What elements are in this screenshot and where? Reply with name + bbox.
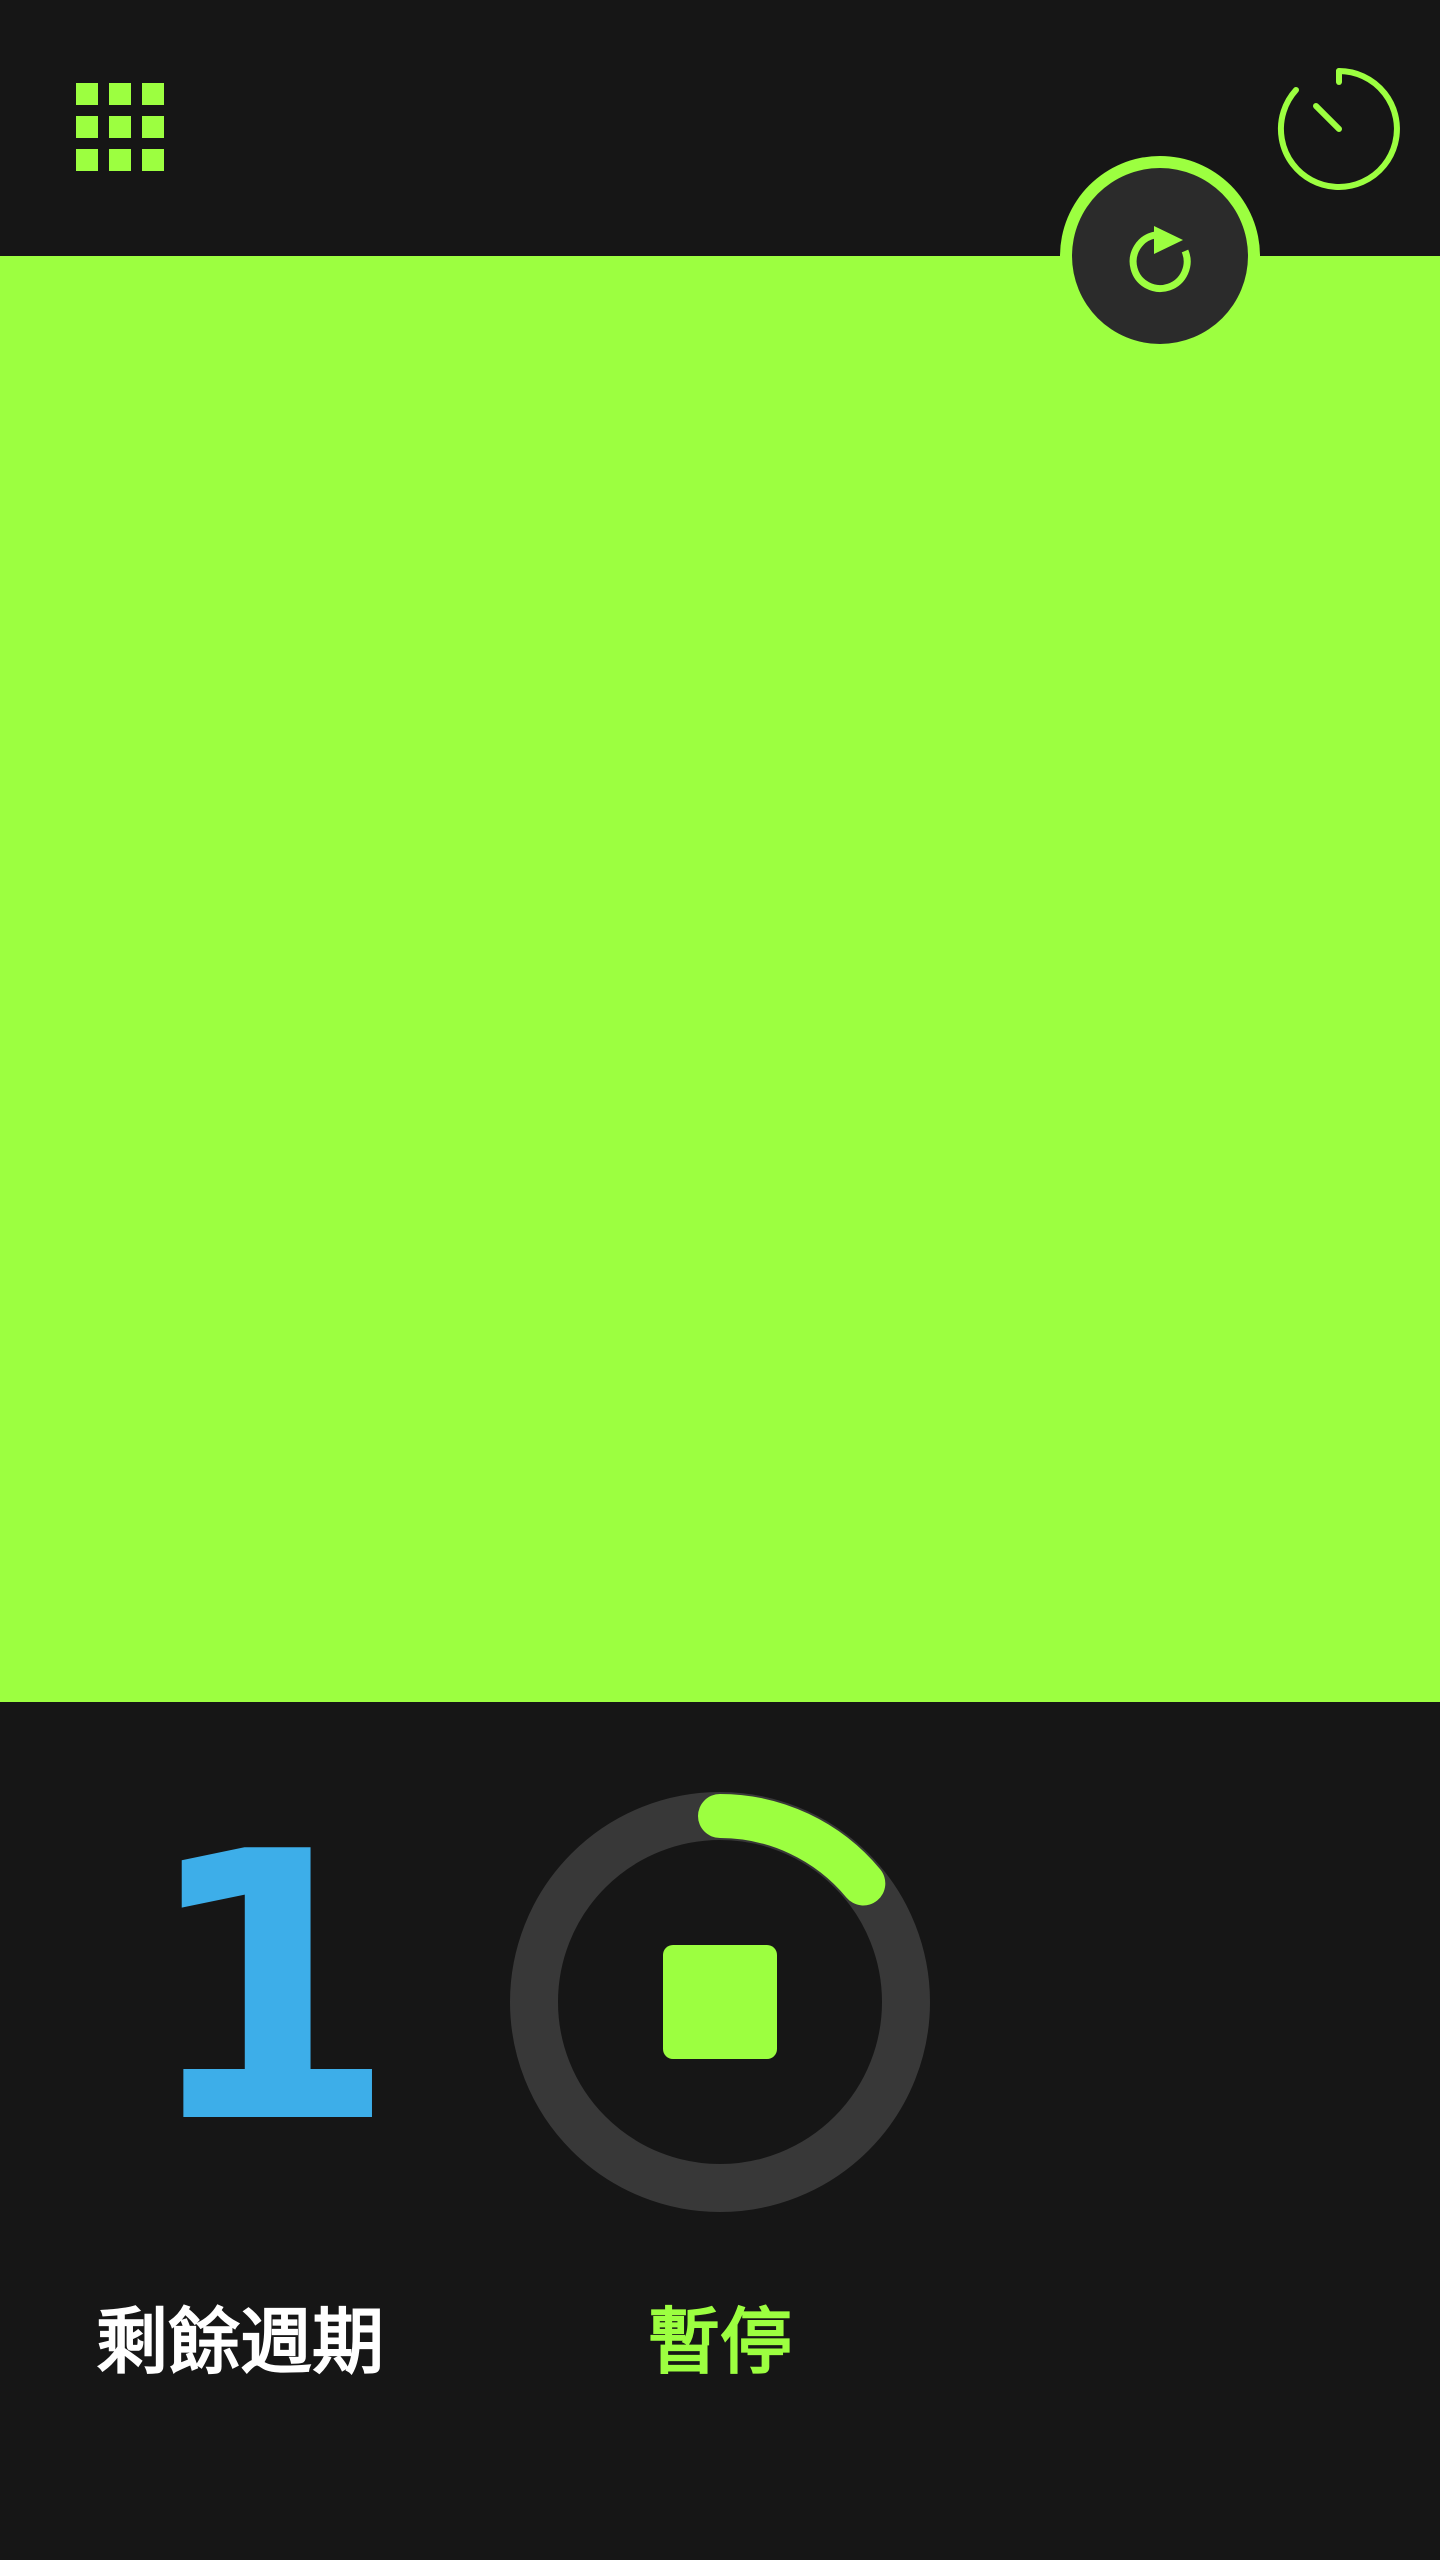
timer-icon[interactable] <box>1276 66 1402 192</box>
grid-icon[interactable] <box>76 83 164 171</box>
progress-arc <box>698 1794 886 1906</box>
pause-label[interactable]: 暫停 <box>648 2292 808 2392</box>
restart-button-face <box>1072 168 1248 344</box>
stop-icon <box>663 1945 777 2059</box>
progress-stop-button[interactable] <box>508 1790 932 2214</box>
color-display-panel[interactable] <box>0 256 1440 1702</box>
cycles-remaining-label: 剩餘週期 <box>96 2300 385 2384</box>
restart-icon <box>1129 226 1191 292</box>
restart-button[interactable] <box>1060 156 1260 356</box>
app-screen: 1 剩餘週期 暫停 <box>0 0 1440 2560</box>
cycles-remaining-count: 1 <box>140 1775 397 2205</box>
